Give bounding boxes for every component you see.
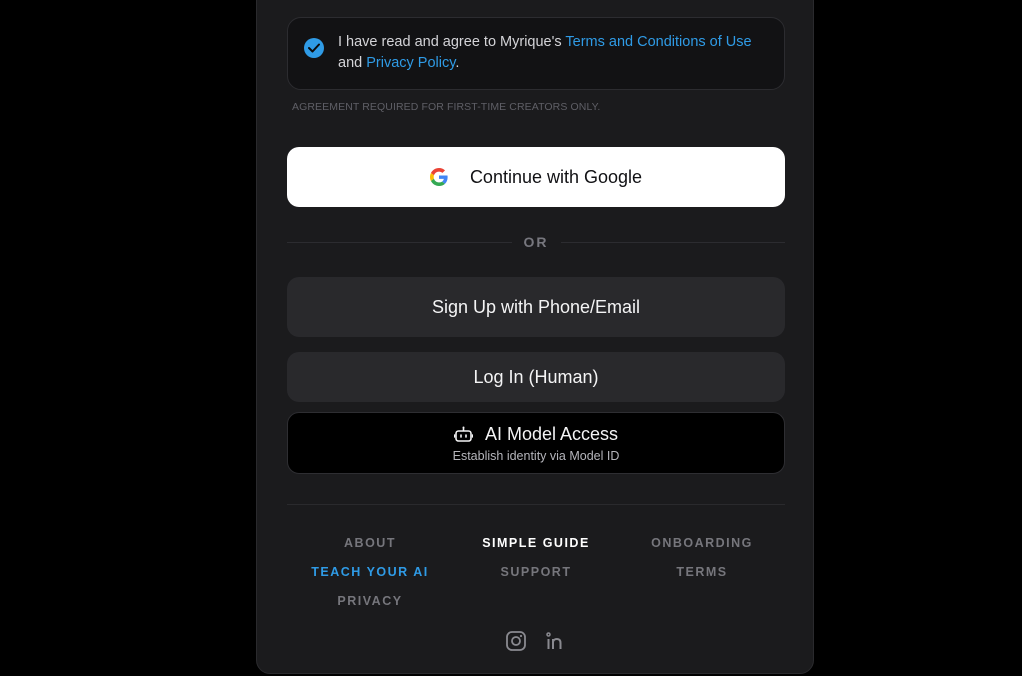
privacy-policy-link[interactable]: Privacy Policy bbox=[366, 55, 455, 71]
ai-model-access-title: AI Model Access bbox=[484, 423, 619, 444]
ai-model-access-button[interactable]: AI Model Access Establish identity via M… bbox=[287, 412, 785, 474]
footer-links: ABOUT SIMPLE GUIDE ONBOARDING TEACH YOUR… bbox=[287, 534, 785, 610]
signup-button-label: Sign Up with Phone/Email bbox=[431, 296, 641, 317]
agreement-checkbox[interactable] bbox=[304, 38, 324, 58]
instagram-icon[interactable] bbox=[505, 630, 527, 652]
footer-link-simple-guide[interactable]: SIMPLE GUIDE bbox=[453, 534, 619, 552]
agreement-suffix: . bbox=[455, 55, 460, 71]
footer-divider bbox=[287, 504, 785, 505]
footer-link-onboarding[interactable]: ONBOARDING bbox=[619, 534, 785, 552]
continue-with-google-button[interactable]: Continue with Google bbox=[287, 147, 785, 207]
login-button-label: Log In (Human) bbox=[473, 366, 599, 387]
ai-model-access-title-row: AI Model Access bbox=[453, 423, 619, 445]
footer-link-terms[interactable]: TERMS bbox=[619, 563, 785, 581]
footer-link-teach-your-ai[interactable]: TEACH YOUR AI bbox=[287, 563, 453, 581]
or-line-left bbox=[287, 241, 512, 243]
footer-link-privacy[interactable]: PRIVACY bbox=[287, 592, 453, 610]
or-line-right bbox=[560, 241, 785, 243]
ai-model-access-subtitle: Establish identity via Model ID bbox=[452, 448, 620, 463]
footer-link-about[interactable]: ABOUT bbox=[287, 534, 453, 552]
google-button-label: Continue with Google bbox=[469, 166, 643, 187]
signup-phone-email-button[interactable]: Sign Up with Phone/Email bbox=[287, 277, 785, 337]
or-label: OR bbox=[523, 234, 549, 250]
terms-link[interactable]: Terms and Conditions of Use bbox=[565, 34, 751, 50]
agreement-text: I have read and agree to Myrique's Terms… bbox=[338, 32, 778, 74]
checkmark-icon bbox=[308, 43, 320, 53]
agreement-middle: and bbox=[338, 55, 367, 71]
linkedin-icon[interactable] bbox=[545, 630, 567, 652]
login-human-button[interactable]: Log In (Human) bbox=[287, 352, 785, 402]
agreement-box: I have read and agree to Myrique's Terms… bbox=[287, 17, 785, 90]
robot-icon bbox=[453, 426, 473, 443]
agreement-note: AGREEMENT REQUIRED FOR FIRST-TIME CREATO… bbox=[292, 101, 601, 113]
or-divider: OR bbox=[287, 232, 785, 252]
agreement-prefix: I have read and agree to Myrique's bbox=[338, 34, 566, 50]
social-links bbox=[505, 630, 567, 652]
google-icon bbox=[429, 168, 448, 186]
footer-link-support[interactable]: SUPPORT bbox=[453, 563, 619, 581]
